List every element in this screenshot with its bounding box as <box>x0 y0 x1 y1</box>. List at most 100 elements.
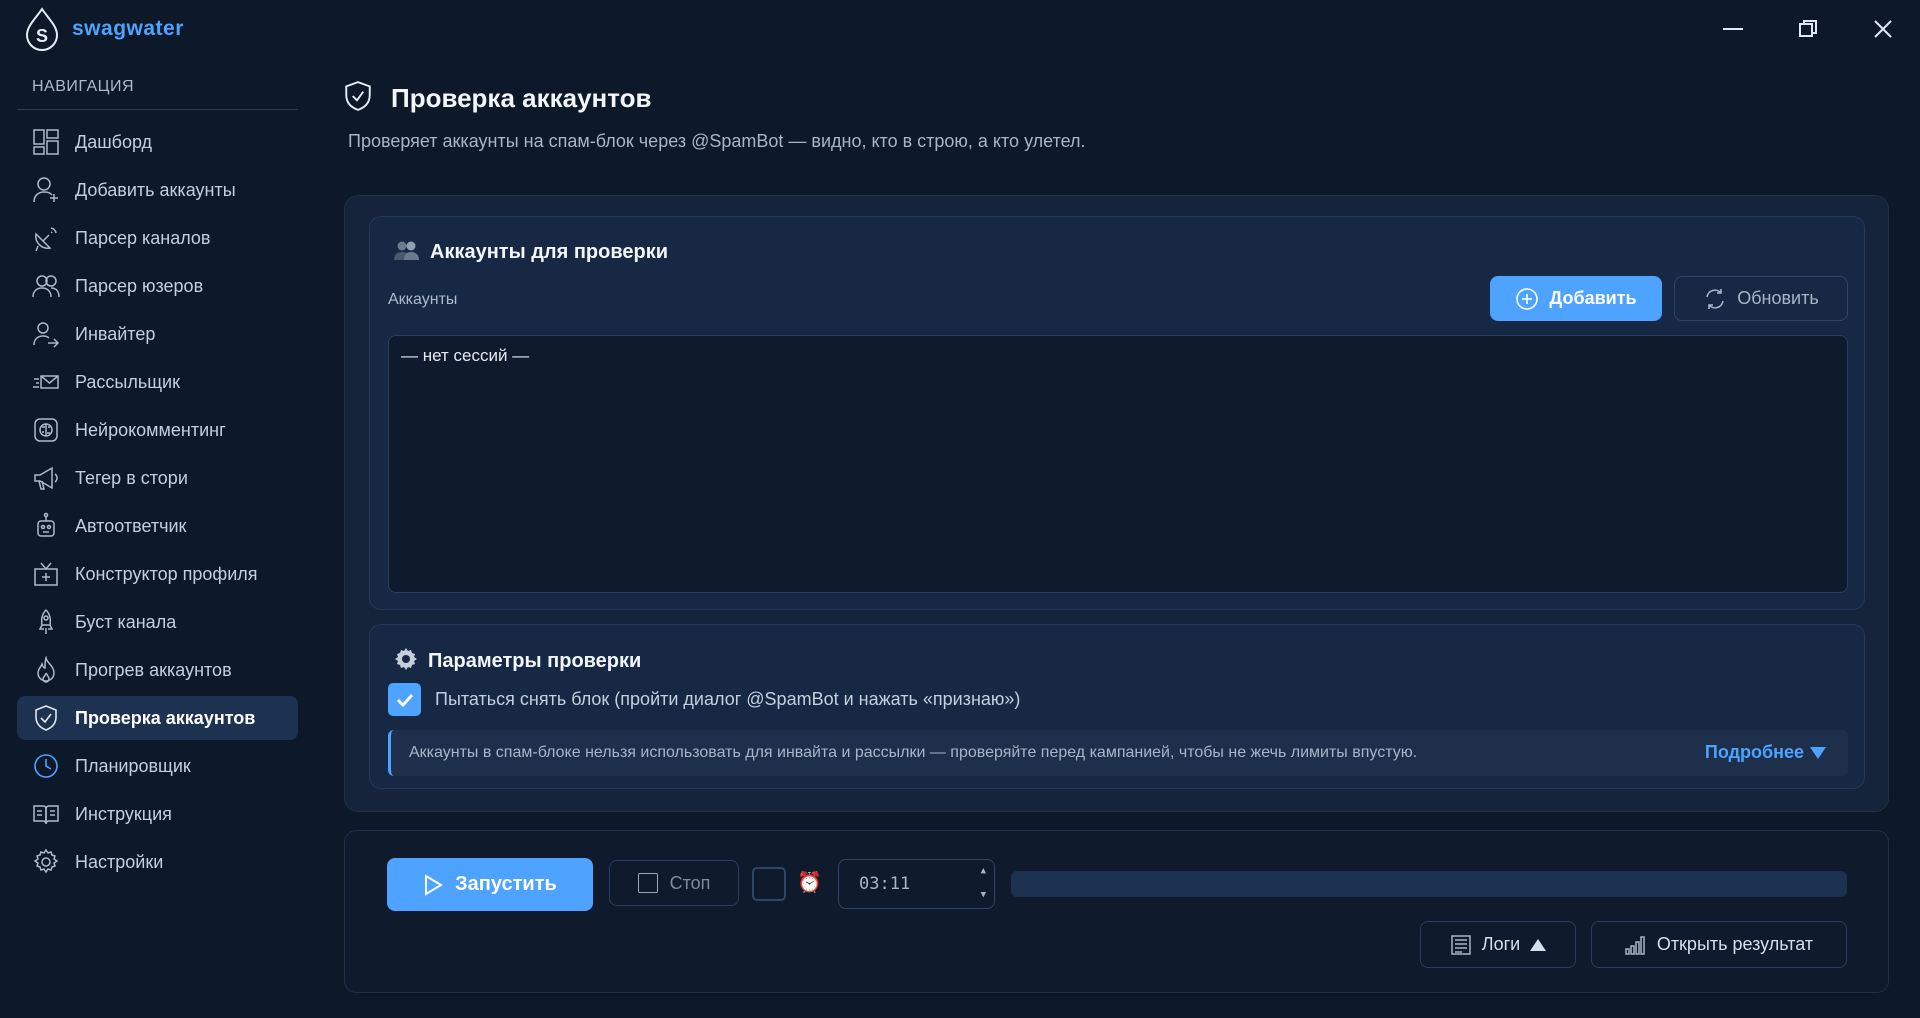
time-value: 03:11 <box>859 874 911 894</box>
sidebar-item-label: Инвайтер <box>75 323 156 344</box>
megaphone-icon <box>31 463 61 493</box>
tv-icon <box>31 559 61 589</box>
minimize-icon <box>1722 28 1743 30</box>
spin-up-icon[interactable]: ▲ <box>981 866 986 876</box>
flame-icon <box>31 655 61 685</box>
accounts-card-title: Аккаунты для проверки <box>430 241 669 263</box>
sidebar-item-neurocommenting[interactable]: Нейрокомментинг <box>17 408 298 452</box>
robot-icon <box>31 511 61 541</box>
schedule-checkbox[interactable] <box>752 867 786 901</box>
sidebar-item-dashboard[interactable]: Дашборд <box>17 120 298 164</box>
water-drop-logo-icon: S <box>25 7 59 51</box>
restore-icon <box>1798 20 1817 37</box>
progress-bar <box>1011 871 1847 897</box>
sidebar-item-mailer[interactable]: Рассыльщик <box>17 360 298 404</box>
shield-check-icon <box>343 80 373 117</box>
sessions-empty-text: — нет сессий — <box>401 346 530 365</box>
sidebar-item-user-parser[interactable]: Парсер юзеров <box>17 264 298 308</box>
sidebar-item-add-accounts[interactable]: Добавить аккаунты <box>17 168 298 212</box>
params-card-header: Параметры проверки <box>394 647 641 676</box>
restore-button[interactable] <box>1770 0 1845 58</box>
sidebar-item-label: Конструктор профиля <box>75 563 258 584</box>
rocket-icon <box>31 607 61 637</box>
sidebar-item-instructions[interactable]: Инструкция <box>17 792 298 836</box>
run-button-label: Запустить <box>455 873 557 895</box>
dashboard-icon <box>31 127 61 157</box>
close-button[interactable] <box>1845 0 1920 58</box>
run-panel: Запустить Стоп ⏰ 03:11 ▲ ▼ Логи Открыть … <box>344 830 1889 993</box>
sidebar-item-label: Тегер в стори <box>75 467 188 488</box>
sidebar-item-label: Парсер юзеров <box>75 275 204 296</box>
sidebar-item-channel-parser[interactable]: Парсер каналов <box>17 216 298 260</box>
logs-button-label: Логи <box>1481 934 1521 954</box>
time-spinner[interactable]: ▲ ▼ <box>981 866 986 900</box>
sidebar-item-account-check[interactable]: Проверка аккаунтов <box>17 696 298 740</box>
sidebar-item-autoresponder[interactable]: Автоответчик <box>17 504 298 548</box>
sidebar-item-label: Дашборд <box>75 131 153 152</box>
sidebar-item-label: Проверка аккаунтов <box>75 707 256 728</box>
log-list-icon <box>1451 934 1471 955</box>
sidebar-item-label: Планировщик <box>75 755 191 776</box>
unblock-checkbox-row[interactable]: Пытаться снять блок (пройти диалог @Spam… <box>388 683 1020 716</box>
sidebar-item-label: Автоответчик <box>75 515 187 536</box>
app-name: swagwater <box>72 17 184 40</box>
info-banner: Аккаунты в спам-блоке нельзя использоват… <box>388 730 1848 776</box>
people-icon <box>394 239 420 266</box>
params-card: Параметры проверки Пытаться снять блок (… <box>369 624 1865 789</box>
open-result-label: Открыть результат <box>1656 934 1814 954</box>
more-link[interactable]: Подробнее <box>1705 742 1826 763</box>
add-button[interactable]: Добавить <box>1490 276 1662 321</box>
info-text: Аккаунты в спам-блоке нельзя использоват… <box>409 744 1418 761</box>
sidebar-item-inviter[interactable]: Инвайтер <box>17 312 298 356</box>
stop-button-label: Стоп <box>669 872 711 893</box>
nav-heading: НАВИГАЦИЯ <box>32 78 135 95</box>
window-controls <box>1695 0 1920 58</box>
unblock-checkbox-label: Пытаться снять блок (пройти диалог @Spam… <box>435 689 1021 709</box>
sidebar: НАВИГАЦИЯ Дашборд Добавить аккаунты Парс… <box>0 58 310 1018</box>
more-link-label: Подробнее <box>1704 742 1804 762</box>
brain-icon <box>31 415 61 445</box>
time-input[interactable]: 03:11 ▲ ▼ <box>838 859 995 909</box>
shield-check-icon <box>31 703 61 733</box>
sidebar-item-settings[interactable]: Настройки <box>17 840 298 884</box>
sidebar-item-label: Парсер каналов <box>75 227 211 248</box>
sidebar-item-label: Прогрев аккаунтов <box>75 659 232 680</box>
stop-button[interactable]: Стоп <box>609 860 739 906</box>
sidebar-item-channel-boost[interactable]: Буст канала <box>17 600 298 644</box>
sidebar-item-scheduler[interactable]: Планировщик <box>17 744 298 788</box>
app-logo: S swagwater <box>22 6 184 52</box>
sidebar-item-account-warmup[interactable]: Прогрев аккаунтов <box>17 648 298 692</box>
stop-icon <box>637 873 658 893</box>
unblock-checkbox[interactable] <box>388 683 421 716</box>
nav-divider <box>17 109 298 110</box>
gear-icon <box>31 847 61 877</box>
users-icon <box>31 271 61 301</box>
sidebar-item-label: Добавить аккаунты <box>75 179 236 200</box>
accounts-card: Аккаунты для проверки Аккаунты Добавить … <box>369 216 1865 610</box>
close-icon <box>1873 20 1892 38</box>
alarm-clock-icon: ⏰ <box>797 872 822 894</box>
triangle-down-icon <box>1810 746 1826 759</box>
logs-button[interactable]: Логи <box>1420 921 1576 968</box>
page-title: Проверка аккаунтов <box>391 83 652 113</box>
book-icon <box>31 799 61 829</box>
checkmark-icon <box>396 693 413 707</box>
open-result-button[interactable]: Открыть результат <box>1591 921 1847 968</box>
sidebar-item-story-tagger[interactable]: Тегер в стори <box>17 456 298 500</box>
params-card-title: Параметры проверки <box>428 650 642 672</box>
page-header: Проверка аккаунтов <box>343 80 652 117</box>
minimize-button[interactable] <box>1695 0 1770 58</box>
run-button[interactable]: Запустить <box>387 858 593 911</box>
clock-icon <box>31 751 61 781</box>
user-arrow-icon <box>31 319 61 349</box>
spin-down-icon[interactable]: ▼ <box>981 890 986 900</box>
sidebar-item-profile-builder[interactable]: Конструктор профиля <box>17 552 298 596</box>
plus-circle-icon <box>1516 287 1539 310</box>
refresh-button[interactable]: Обновить <box>1674 276 1848 321</box>
add-button-label: Добавить <box>1549 288 1637 308</box>
sessions-list[interactable]: — нет сессий — <box>388 335 1848 593</box>
refresh-icon <box>1706 288 1725 309</box>
main-panel: Аккаунты для проверки Аккаунты Добавить … <box>344 195 1889 812</box>
sidebar-item-label: Инструкция <box>75 803 172 824</box>
satellite-dish-icon <box>31 223 61 253</box>
